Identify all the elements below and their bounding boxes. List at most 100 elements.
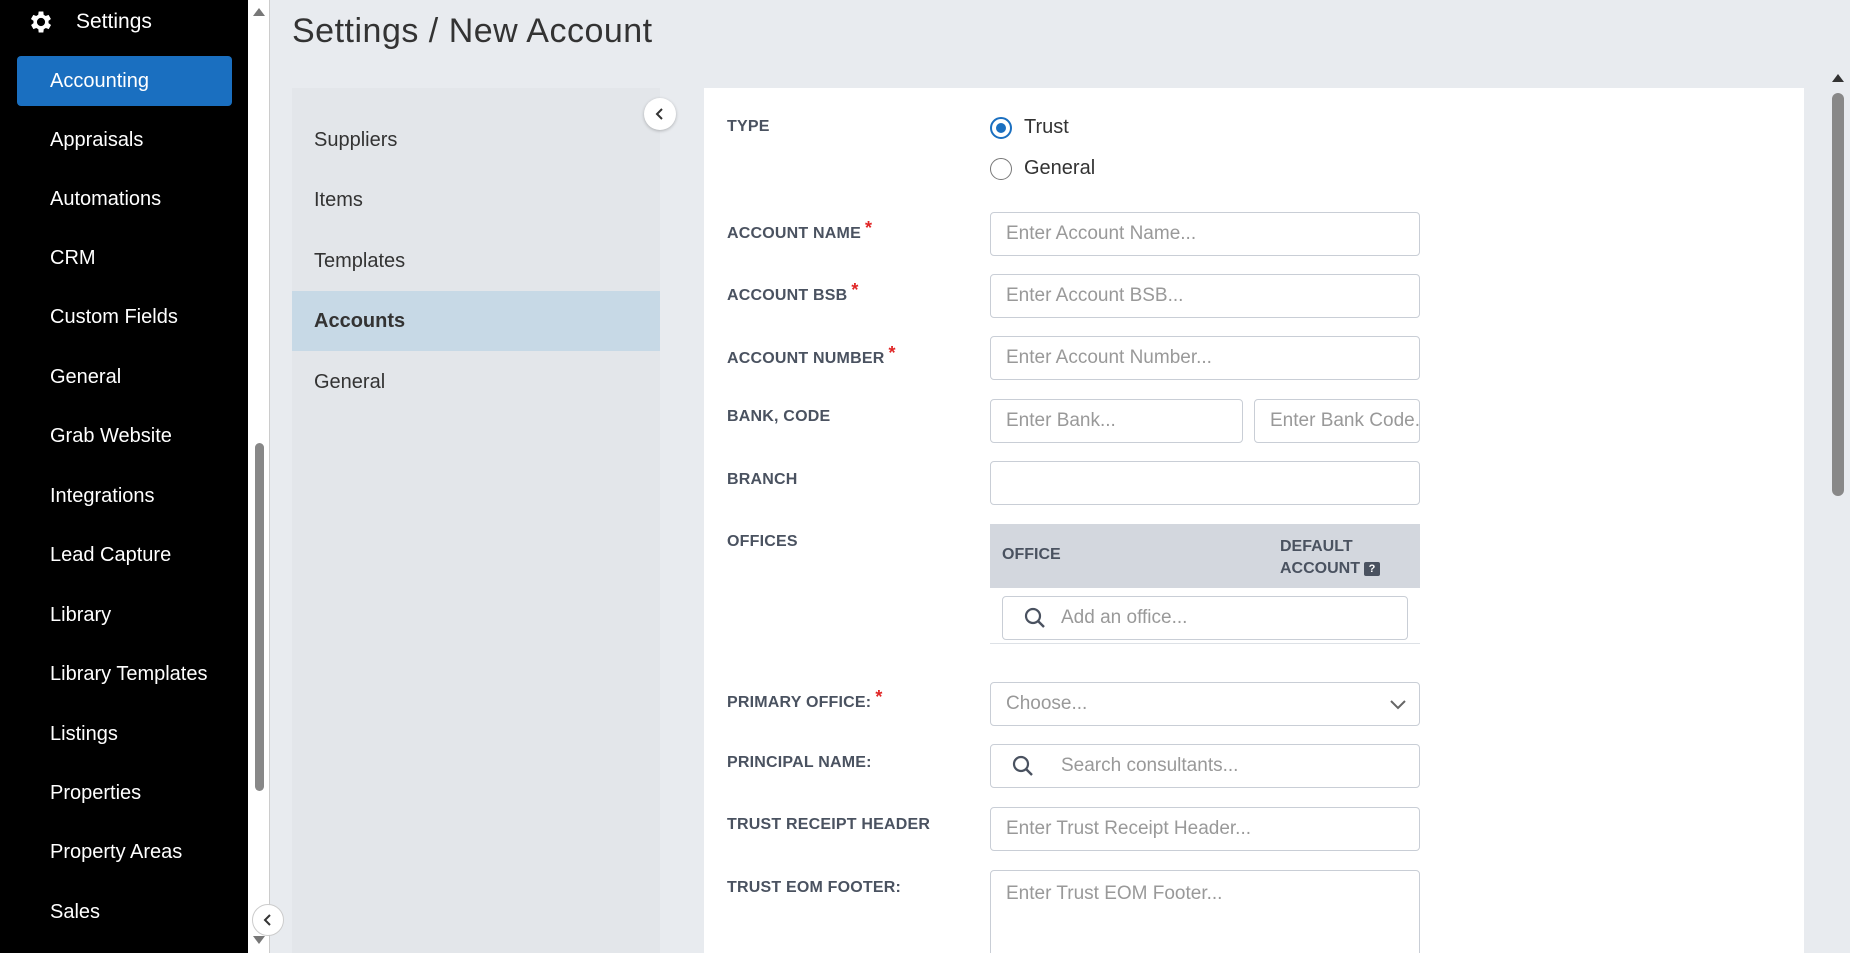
primary-office-label: PRIMARY OFFICE: * [727,687,883,712]
sidebar-item-appraisals[interactable]: Appraisals [17,115,232,165]
header-line: DEFAULT [1280,538,1353,555]
trust-eom-footer-textarea[interactable]: Enter Trust EOM Footer... [990,870,1420,953]
sidebar-collapse-button[interactable] [252,904,284,936]
radio-label: Trust [1024,116,1069,138]
branch-input[interactable] [990,461,1420,505]
sidebar-item-integrations[interactable]: Integrations [17,471,232,521]
required-marker: * [864,218,873,238]
main-scroll-thumb[interactable] [1832,93,1844,496]
label-text: PRIMARY OFFICE: [727,694,872,711]
sidebar-scrollbar[interactable] [248,0,270,953]
subnav-collapse-button[interactable] [644,98,676,130]
sidebar-item-label: Library [50,603,112,626]
principal-name-search-input[interactable]: Search consultants... [990,744,1420,788]
primary-office-select[interactable]: Choose... [990,682,1420,726]
label-text: ACCOUNT NUMBER [727,350,885,367]
bank-code-label: BANK, CODE [727,408,831,425]
branch-label: BRANCH [727,471,798,488]
subnav-item-suppliers[interactable]: Suppliers [292,110,660,170]
subnav-item-label: Accounts [314,309,406,332]
settings-subnav: Suppliers Items Templates Accounts Gener… [292,88,660,953]
sidebar-item-library-templates[interactable]: Library Templates [17,649,232,699]
subnav-item-label: Templates [314,249,406,272]
subnav-item-label: Suppliers [314,128,398,151]
sidebar-item-listings[interactable]: Listings [17,709,232,759]
radio-label: General [1024,157,1096,179]
sidebar-item-label: Accounting [50,69,149,92]
sidebar-item-label: General [50,365,122,388]
bank-input[interactable]: Enter Bank... [990,399,1243,443]
sidebar-item-library[interactable]: Library [17,590,232,640]
sidebar-item-property-areas[interactable]: Property Areas [17,827,232,877]
scroll-up-arrow-icon[interactable] [253,8,265,16]
bank-code-input[interactable]: Enter Bank Code... [1254,399,1420,443]
account-name-label: ACCOUNT NAME * [727,218,872,243]
sidebar-item-label: CRM [50,246,96,269]
sidebar-item-grab-website[interactable]: Grab Website [17,411,232,461]
help-icon[interactable]: ? [1364,561,1380,576]
add-office-search-input[interactable]: Add an office... [1002,596,1408,640]
sidebar-item-label: Automations [50,187,162,210]
offices-table: OFFICE DEFAULT ACCOUNT? Add an office... [990,524,1420,644]
required-marker: * [888,343,896,363]
sidebar-item-label: Grab Website [50,424,172,447]
placeholder: Enter Account BSB... [1006,285,1184,306]
sidebar-item-label: Lead Capture [50,543,172,566]
placeholder: Add an office... [1061,607,1188,628]
sidebar-item-properties[interactable]: Properties [17,768,232,818]
office-column-header: OFFICE [1002,546,1061,563]
subnav-item-accounts[interactable]: Accounts [292,291,660,351]
new-account-form: TYPE Trust General ACCOUNT NAME * Enter A… [704,88,1804,953]
type-radio-trust[interactable]: Trust [990,116,1069,139]
account-bsb-input[interactable]: Enter Account BSB... [990,274,1420,318]
radio-checked-icon [990,116,1012,139]
trust-receipt-header-label: TRUST RECEIPT HEADER [727,816,931,833]
chevron-left-icon [655,108,663,120]
chevron-left-icon [263,914,271,926]
sidebar-item-label: Properties [50,781,142,804]
sidebar-title: Settings [76,10,152,33]
gear-icon [26,7,56,37]
type-radio-general[interactable]: General [990,157,1095,180]
account-name-input[interactable]: Enter Account Name... [990,212,1420,256]
required-marker: * [875,687,883,707]
subnav-item-general[interactable]: General [292,352,660,412]
account-bsb-label: ACCOUNT BSB * [727,280,859,305]
required-marker: * [851,280,859,300]
account-number-input[interactable]: Enter Account Number... [990,336,1420,380]
sidebar-item-label: Property Areas [50,840,183,863]
sidebar-item-crm[interactable]: CRM [17,233,232,283]
page-title: Settings / New Account [292,12,653,50]
placeholder: Choose... [1006,693,1088,714]
default-account-column-header: DEFAULT ACCOUNT? [1280,536,1380,580]
sidebar-item-automations[interactable]: Automations [17,174,232,224]
subnav-item-templates[interactable]: Templates [292,231,660,291]
placeholder: Enter Trust Receipt Header... [1006,818,1252,839]
placeholder: Enter Bank... [1006,410,1116,431]
subnav-item-items[interactable]: Items [292,170,660,230]
sidebar-header[interactable]: Settings [26,4,152,40]
subnav-item-label: General [314,370,386,393]
placeholder: Enter Account Name... [1006,223,1197,244]
sidebar-scroll-thumb[interactable] [255,443,264,791]
sidebar-item-general[interactable]: General [17,352,232,402]
sidebar-item-lead-capture[interactable]: Lead Capture [17,530,232,580]
sidebar-item-label: Listings [50,722,118,745]
placeholder: Enter Bank Code... [1270,410,1420,431]
header-line: ACCOUNT [1280,560,1360,577]
sidebar-item-sales[interactable]: Sales [17,887,232,937]
subnav-item-label: Items [314,188,363,211]
scroll-down-arrow-icon[interactable] [253,936,265,944]
main-sidebar: Settings Accounting Appraisals Automatio… [0,0,248,953]
sidebar-item-accounting[interactable]: Accounting [17,56,232,106]
main-scrollbar[interactable] [1828,68,1850,953]
radio-unchecked-icon [990,157,1012,180]
trust-receipt-header-input[interactable]: Enter Trust Receipt Header... [990,807,1420,851]
placeholder: Search consultants... [1061,755,1239,776]
trust-eom-footer-label: TRUST EOM FOOTER: [727,879,902,896]
scroll-up-arrow-icon[interactable] [1832,74,1844,82]
sidebar-item-label: Appraisals [50,128,144,151]
sidebar-item-custom-fields[interactable]: Custom Fields [17,292,232,342]
offices-label: OFFICES [727,533,798,550]
label-text: ACCOUNT BSB [727,287,848,304]
